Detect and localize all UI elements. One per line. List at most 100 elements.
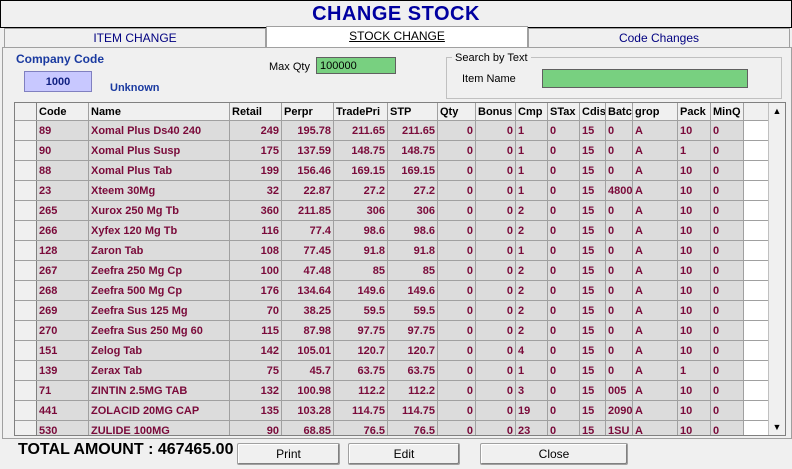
table-row[interactable]: 267 Zeefra 250 Mg Cp 100 47.48 85 85 0 0 2 0 15 0 A 1… [15,261,768,281]
row-selector [15,121,37,140]
grid-vertical-scrollbar[interactable]: ▲ ▼ [768,103,785,435]
table-cell: 270 [37,321,89,340]
table-cell: 0 [711,161,744,180]
close-button-label: Close [538,447,570,461]
table-cell: 87.98 [282,321,334,340]
table-cell: 10 [678,201,711,220]
column-header-perpr: Perpr [282,103,334,120]
table-row[interactable]: 89 Xomal Plus Ds40 240 249 195.78 211.65 211.… [15,121,768,141]
table-cell: Xomal Plus Tab [89,161,230,180]
table-cell: 10 [678,281,711,300]
table-cell: 0 [548,301,580,320]
table-row[interactable]: 88 Xomal Plus Tab 199 156.46 169.15 169.15 0 0 1… [15,161,768,181]
tab-code-changes-label: Code Changes [618,31,700,45]
table-cell: 0 [548,421,580,435]
table-cell: 97.75 [388,321,438,340]
row-selector [15,401,37,420]
table-cell: 19 [516,401,548,420]
table-cell: 0 [606,221,633,240]
table-cell: 0 [476,181,516,200]
table-row[interactable]: 71 ZINTIN 2.5MG TAB 132 100.98 112.2 112.2 0 0 3… [15,381,768,401]
edit-button[interactable]: Edit [348,443,460,465]
table-cell: 0 [438,421,476,435]
table-cell: 98.6 [388,221,438,240]
table-cell: 0 [548,241,580,260]
table-cell: 0 [606,121,633,140]
table-cell: 269 [37,301,89,320]
table-cell: Xurox 250 Mg Tb [89,201,230,220]
table-cell: 135 [230,401,282,420]
column-header-stax: STax [548,103,580,120]
table-cell: 0 [548,201,580,220]
tab-code-changes[interactable]: Code Changes [528,28,790,47]
table-row[interactable]: 530 ZULIDE 100MG 90 68.85 76.5 76.5 0 0 23 0 15 1SU… [15,421,768,435]
table-cell: 22.87 [282,181,334,200]
table-cell: 0 [606,261,633,280]
table-row[interactable]: 90 Xomal Plus Susp 175 137.59 148.75 148.75 0 0… [15,141,768,161]
table-cell: 0 [548,361,580,380]
table-cell: ZINTIN 2.5MG TAB [89,381,230,400]
table-cell: 306 [388,201,438,220]
table-cell: 27.2 [388,181,438,200]
table-row[interactable]: 268 Zeefra 500 Mg Cp 176 134.64 149.6 149.6 0 0… [15,281,768,301]
table-row[interactable]: 269 Zeefra Sus 125 Mg 70 38.25 59.5 59.5 0 0 2 0 1… [15,301,768,321]
table-row[interactable]: 128 Zaron Tab 108 77.45 91.8 91.8 0 0 1 0 15 0 A 10 0 [15,241,768,261]
column-header-bonus: Bonus [476,103,516,120]
table-cell: 91.8 [388,241,438,260]
table-cell: 47.48 [282,261,334,280]
table-cell: 97.75 [334,321,388,340]
table-cell: 85 [388,261,438,280]
print-button[interactable]: Print [237,443,340,465]
table-cell: 0 [711,301,744,320]
table-cell: 0 [606,161,633,180]
table-cell: 0 [548,321,580,340]
stock-grid[interactable]: Code Name Retail Perpr TradePri STP Qty Bonus Cm… [14,102,786,436]
table-cell: 148.75 [334,141,388,160]
close-button[interactable]: Close [480,443,628,465]
table-row[interactable]: 441 ZOLACID 20MG CAP 135 103.28 114.75 114.75… [15,401,768,421]
table-cell: 1SU [606,421,633,435]
table-cell: 0 [606,201,633,220]
tab-stock-change[interactable]: STOCK CHANGE [266,26,528,48]
table-cell: 0 [548,381,580,400]
table-cell: 85 [334,261,388,280]
table-cell: 0 [438,241,476,260]
item-name-input[interactable] [542,69,748,88]
table-cell: 3 [516,381,548,400]
table-cell: 0 [476,401,516,420]
row-selector [15,321,37,340]
table-row[interactable]: 266 Xyfex 120 Mg Tb 116 77.4 98.6 98.6 0 0 2 0 15 0… [15,221,768,241]
tab-item-change[interactable]: ITEM CHANGE [4,28,266,47]
search-group-label: Search by Text [452,52,531,64]
table-row[interactable]: 139 Zerax Tab 75 45.7 63.75 63.75 0 0 1 0 15 0 A 1 0 [15,361,768,381]
table-row[interactable]: 23 Xteem 30Mg 32 22.87 27.2 27.2 0 0 1 0 15 4800 A 10… [15,181,768,201]
table-cell: 103.28 [282,401,334,420]
table-cell: A [633,221,678,240]
table-row[interactable]: 265 Xurox 250 Mg Tb 360 211.85 306 306 0 0 2 0 15 0… [15,201,768,221]
column-header-minq: MinQ [711,103,744,120]
table-cell: 0 [606,281,633,300]
scroll-down-arrow-icon[interactable]: ▼ [769,419,785,435]
table-cell: 265 [37,201,89,220]
column-header-code: Code [37,103,89,120]
table-cell: 0 [711,201,744,220]
table-row[interactable]: 151 Zelog Tab 142 105.01 120.7 120.7 0 0 4 0 15 0 A 1… [15,341,768,361]
table-cell: Xteem 30Mg [89,181,230,200]
item-name-label: Item Name [462,73,516,85]
table-row[interactable]: 270 Zeefra Sus 250 Mg 60 115 87.98 97.75 97.7… [15,321,768,341]
table-cell: 267 [37,261,89,280]
table-cell: 132 [230,381,282,400]
table-cell: 15 [580,421,606,435]
column-header-grop: grop [633,103,678,120]
table-cell: 360 [230,201,282,220]
table-cell: A [633,321,678,340]
table-cell: 0 [438,181,476,200]
table-cell: 156.46 [282,161,334,180]
table-cell: Zeefra 250 Mg Cp [89,261,230,280]
max-qty-input[interactable] [316,57,396,74]
scroll-up-arrow-icon[interactable]: ▲ [769,103,785,119]
company-code-field[interactable]: 1000 [24,71,92,92]
table-cell: 0 [548,141,580,160]
table-cell: 10 [678,121,711,140]
column-header-stp: STP [388,103,438,120]
